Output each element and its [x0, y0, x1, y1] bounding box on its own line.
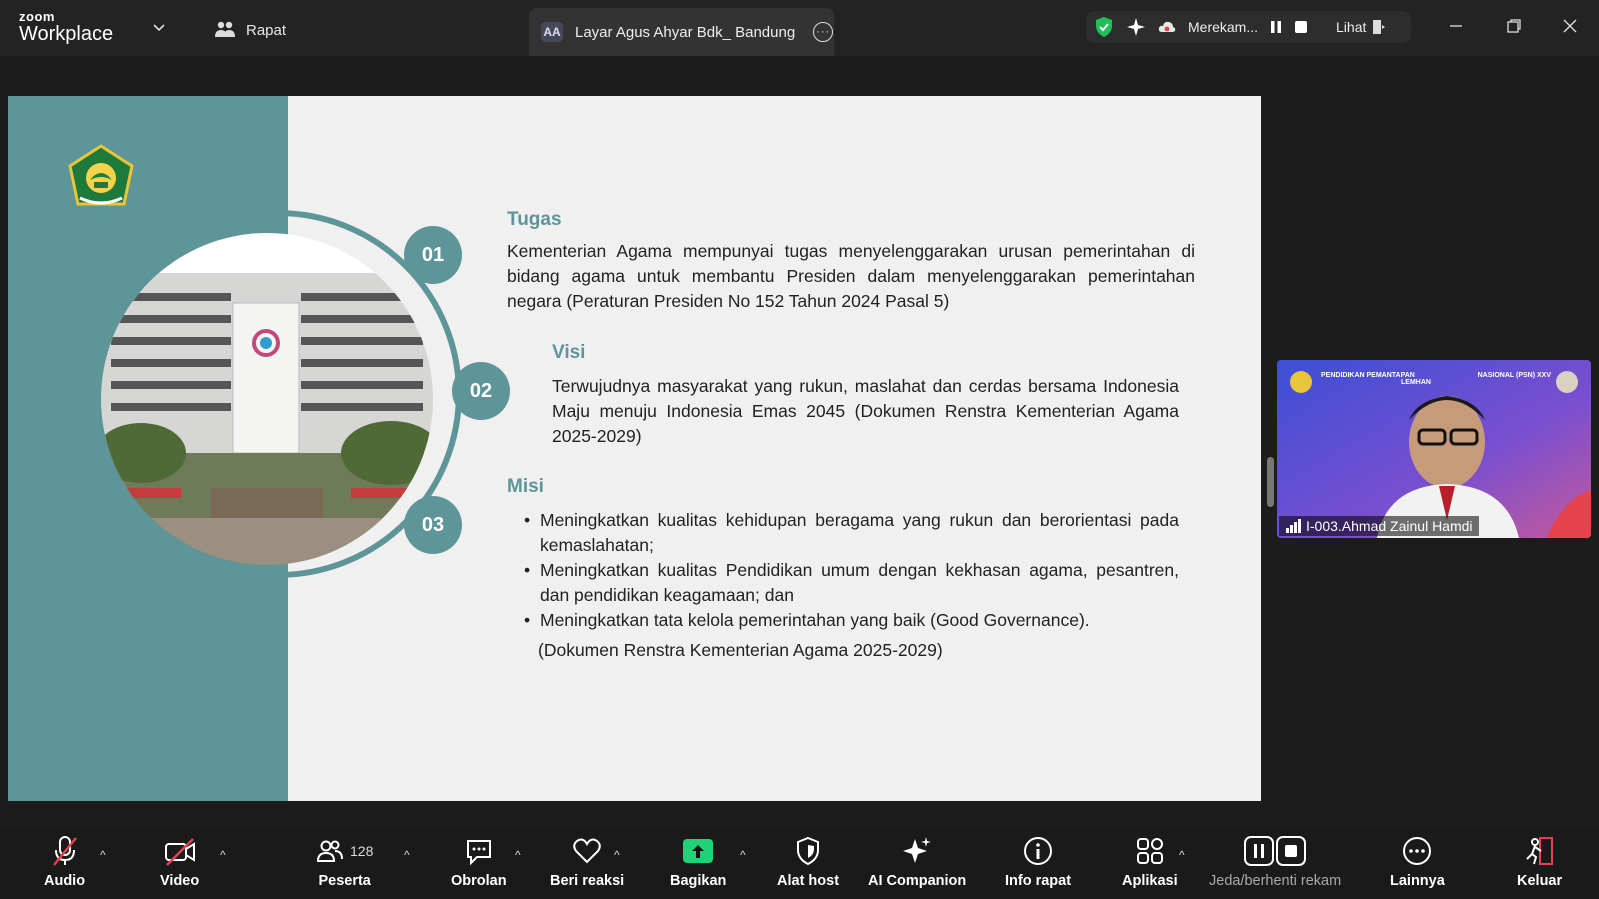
chevron-down-icon[interactable] — [152, 20, 166, 34]
record-controls-label: Jeda/berhenti rekam — [1209, 873, 1342, 889]
misi-note: (Dokumen Renstra Kementerian Agama 2025-… — [538, 640, 943, 660]
participant-count: 128 — [350, 843, 374, 859]
share-options-caret-icon[interactable]: ^ — [740, 848, 746, 862]
share-label: Bagikan — [670, 873, 727, 889]
participants-options-caret-icon[interactable]: ^ — [404, 848, 410, 862]
recording-status: Merekam... — [1188, 19, 1259, 35]
banner-text-right: NASIONAL (PSN) XXV — [1477, 372, 1551, 379]
stop-icon[interactable] — [1294, 20, 1308, 34]
meeting-toolbar: Audio ^ Video ^ 128 Peserta ^ Obrolan ^ … — [0, 826, 1599, 899]
view-label: Lihat — [1336, 19, 1367, 35]
record-controls-button[interactable]: Jeda/berhenti rekam — [1209, 834, 1341, 889]
chat-button[interactable]: Obrolan — [451, 834, 507, 889]
ai-companion-label: AI Companion — [868, 873, 967, 889]
apps-options-caret-icon[interactable]: ^ — [1179, 848, 1185, 862]
kemenag-logo-icon — [68, 144, 134, 206]
misi-item: Meningkatkan kualitas kehidupan beragama… — [507, 508, 1179, 558]
visi-heading: Visi — [552, 342, 586, 363]
status-bar: Merekam... Lihat — [1086, 11, 1411, 43]
gallery-resize-handle[interactable] — [1267, 457, 1274, 507]
audio-label: Audio — [44, 873, 86, 889]
participants-label: Peserta — [318, 873, 371, 889]
ai-companion-button[interactable]: AI Companion — [868, 834, 966, 889]
ministry-building-photo — [101, 233, 433, 565]
view-layout-icon — [1373, 20, 1386, 34]
apps-icon — [1136, 838, 1163, 864]
sparkle-icon[interactable] — [1126, 17, 1146, 37]
meeting-info-label: Info rapat — [1005, 873, 1072, 889]
video-label: Video — [160, 873, 200, 889]
share-avatar: AA — [541, 22, 563, 42]
step-number-01: 01 — [404, 226, 462, 284]
more-options-icon[interactable]: ··· — [813, 22, 834, 42]
meeting-button[interactable]: Rapat — [214, 20, 286, 40]
meeting-info-button[interactable]: Info rapat — [1005, 834, 1071, 889]
tugas-text: Kementerian Agama mempunyai tugas menyel… — [507, 241, 1195, 311]
zoom-logo: zoom Workplace — [19, 10, 113, 44]
react-label: Beri reaksi — [550, 873, 625, 889]
participants-icon — [316, 840, 343, 862]
brand-top: zoom — [19, 9, 55, 24]
shield-check-icon[interactable] — [1094, 16, 1114, 38]
microphone-muted-icon — [52, 836, 77, 866]
restore-icon[interactable] — [1500, 14, 1528, 38]
banner-text-left: PENDIDIKAN PEMANTAPAN LEMHAN — [1321, 372, 1431, 386]
pause-stop-record-icon — [1244, 836, 1307, 866]
signal-strength-icon — [1286, 519, 1301, 533]
more-label: Lainnya — [1390, 873, 1445, 889]
host-tools-button[interactable]: Alat host — [777, 834, 839, 889]
share-button[interactable]: Bagikan — [670, 834, 726, 889]
more-icon — [1403, 837, 1432, 865]
host-tools-label: Alat host — [777, 873, 840, 889]
share-screen-icon — [683, 839, 714, 863]
tugas-heading: Tugas — [507, 209, 562, 230]
react-options-caret-icon[interactable]: ^ — [614, 848, 620, 862]
share-title: Layar Agus Ahyar Bdk_ Bandung — [575, 23, 796, 41]
participant-video-tile[interactable]: PENDIDIKAN PEMANTAPAN LEMHAN NASIONAL (PS… — [1277, 360, 1591, 538]
view-button[interactable]: Lihat — [1336, 19, 1386, 35]
pause-icon[interactable] — [1270, 20, 1282, 34]
info-icon — [1024, 837, 1053, 865]
leave-button[interactable]: Keluar — [1517, 834, 1562, 889]
chat-icon — [466, 840, 491, 866]
video-button[interactable]: Video — [160, 834, 199, 889]
shield-icon — [797, 836, 820, 866]
step-number-03: 03 — [404, 496, 462, 554]
participants-button[interactable]: 128 Peserta — [316, 834, 373, 889]
more-button[interactable]: Lainnya — [1390, 834, 1445, 889]
audio-button[interactable]: Audio — [44, 834, 85, 889]
leave-label: Keluar — [1517, 873, 1563, 889]
chat-options-caret-icon[interactable]: ^ — [515, 848, 521, 862]
participant-name-tag: I-003.Ahmad Zainul Hamdi — [1279, 516, 1479, 536]
sparkle-icon — [903, 837, 932, 863]
chat-label: Obrolan — [451, 873, 507, 889]
meeting-label: Rapat — [246, 21, 287, 39]
step-number-02: 02 — [452, 362, 510, 420]
misi-item: Meningkatkan kualitas Pendidikan umum de… — [507, 558, 1179, 608]
misi-heading: Misi — [507, 476, 544, 497]
brand-bottom: Workplace — [19, 23, 114, 45]
minimize-icon[interactable] — [1442, 14, 1470, 38]
video-options-caret-icon[interactable]: ^ — [220, 848, 226, 862]
title-bar: zoom Workplace Rapat AA Layar Agus Ahyar… — [0, 0, 1599, 56]
share-tab[interactable]: AA Layar Agus Ahyar Bdk_ Bandung ··· — [529, 8, 834, 56]
apps-button[interactable]: Aplikasi — [1122, 834, 1178, 889]
people-icon — [215, 21, 235, 37]
participant-name: I-003.Ahmad Zainul Hamdi — [1306, 518, 1473, 534]
close-icon[interactable] — [1556, 14, 1584, 38]
misi-item: Meningkatkan tata kelola pemerintahan ya… — [507, 608, 1179, 633]
visi-text: Terwujudnya masyarakat yang rukun, masla… — [552, 376, 1179, 446]
cloud-recording-icon — [1158, 21, 1176, 32]
shared-screen: 01 02 03 Tugas Kementerian Agama mempuny… — [8, 96, 1261, 801]
apps-label: Aplikasi — [1122, 873, 1178, 889]
audio-options-caret-icon[interactable]: ^ — [100, 848, 106, 862]
heart-icon — [573, 838, 601, 864]
misi-list: Meningkatkan kualitas kehidupan beragama… — [507, 508, 1179, 633]
leave-door-icon — [1525, 837, 1553, 865]
video-off-icon — [164, 838, 195, 866]
